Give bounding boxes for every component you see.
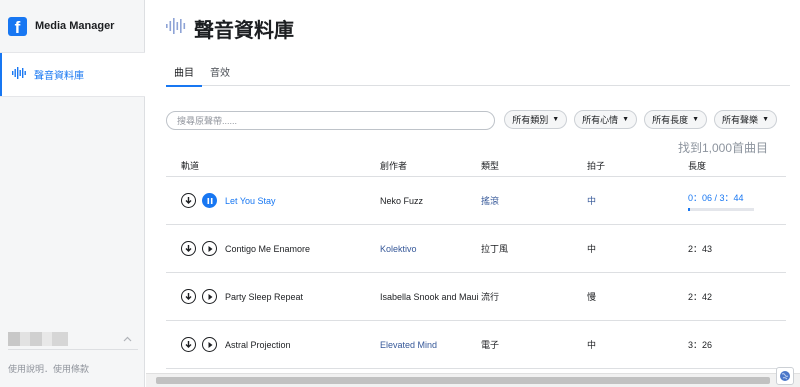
sidebar: f Media Manager 聲音資料庫 使用說明．使用條款: [0, 0, 145, 387]
track-length: 3：26: [688, 340, 713, 350]
sidebar-item-sound-library[interactable]: 聲音資料庫: [0, 52, 145, 97]
track-title[interactable]: Contigo Me Enamore: [225, 244, 310, 254]
play-icon[interactable]: [202, 289, 217, 304]
track-genre[interactable]: 搖滾: [481, 194, 587, 207]
play-icon[interactable]: [202, 337, 217, 352]
filter-label: 所有心情: [582, 115, 619, 125]
table-row[interactable]: Party Sleep Repeat Isabella Snook and Ma…: [166, 273, 786, 321]
filter-label: 所有聲樂: [722, 115, 759, 125]
column-header-artist: 創作者: [380, 161, 408, 171]
caret-down-icon: ▼: [692, 116, 700, 123]
tab-tracks[interactable]: 曲目: [166, 62, 202, 87]
track-title[interactable]: Party Sleep Repeat: [225, 292, 303, 302]
track-cell: Party Sleep Repeat: [166, 289, 380, 304]
filter-bar: 所有類別 ▼ 所有心情 ▼ 所有長度 ▼ 所有聲樂 ▼: [504, 110, 777, 129]
pause-icon[interactable]: [202, 193, 217, 208]
download-icon[interactable]: [181, 241, 196, 256]
track-length-cell: 0：06 / 3：44: [688, 191, 786, 211]
scrollbar-thumb[interactable]: [156, 377, 770, 384]
page-title: 聲音資料庫: [194, 18, 294, 42]
filter-length-dropdown[interactable]: 所有長度 ▼: [644, 110, 708, 129]
track-length: 2：42: [688, 292, 713, 302]
facebook-logo-icon: f: [8, 16, 27, 36]
track-tempo[interactable]: 中: [587, 338, 688, 351]
track-artist[interactable]: Neko Fuzz: [380, 196, 481, 206]
globe-icon[interactable]: [776, 367, 794, 385]
download-icon[interactable]: [181, 193, 196, 208]
playback-progress-bar[interactable]: [688, 207, 754, 211]
column-header-genre: 類型: [481, 161, 500, 171]
table-row[interactable]: Astral Projection Elevated Mind 電子 中 3：2…: [166, 321, 786, 369]
track-genre[interactable]: 拉丁風: [481, 242, 587, 255]
column-header-tempo: 拍子: [587, 161, 606, 171]
app-brand[interactable]: f Media Manager: [0, 0, 144, 52]
horizontal-scrollbar[interactable]: [146, 373, 800, 387]
result-count: 找到1,000首曲目: [677, 141, 768, 155]
avatar: [8, 331, 68, 346]
table-row[interactable]: Let You Stay Neko Fuzz 搖滾 中 0：06 / 3：44: [166, 177, 786, 225]
filter-label: 所有類別: [512, 115, 549, 125]
tab-sound-effects[interactable]: 音效: [202, 62, 238, 86]
track-artist[interactable]: Elevated Mind: [380, 340, 481, 350]
column-header-track: 軌道: [181, 161, 200, 171]
track-tempo[interactable]: 慢: [587, 290, 688, 303]
track-tempo[interactable]: 中: [587, 242, 688, 255]
audio-waveform-icon: [166, 18, 186, 39]
track-cell: Let You Stay: [166, 193, 380, 208]
playback-progress-fill: [688, 207, 690, 211]
table-row[interactable]: Contigo Me Enamore Kolektivo 拉丁風 中 2：43: [166, 225, 786, 273]
download-icon[interactable]: [181, 337, 196, 352]
chevron-up-icon: [123, 334, 132, 344]
help-terms-links[interactable]: 使用說明．使用條款: [8, 362, 89, 375]
filter-vocals-dropdown[interactable]: 所有聲樂 ▼: [714, 110, 777, 129]
page-header: 聲音資料庫: [166, 14, 294, 43]
caret-down-icon: ▼: [622, 116, 630, 123]
filter-label: 所有長度: [652, 115, 689, 125]
track-title[interactable]: Astral Projection: [225, 340, 291, 350]
filter-mood-dropdown[interactable]: 所有心情 ▼: [574, 110, 638, 129]
tab-bar: 曲目 音效: [166, 62, 790, 87]
sidebar-item-label: 聲音資料庫: [34, 71, 84, 82]
caret-down-icon: ▼: [552, 116, 560, 123]
track-cell: Contigo Me Enamore: [166, 241, 380, 256]
track-artist[interactable]: Kolektivo: [380, 244, 481, 254]
play-icon[interactable]: [202, 241, 217, 256]
track-length: 0：06 / 3：44: [688, 192, 744, 203]
table-header: 軌道 創作者 類型 拍子 長度: [166, 155, 786, 177]
track-genre[interactable]: 電子: [481, 338, 587, 351]
caret-down-icon: ▼: [762, 116, 769, 123]
track-cell: Astral Projection: [166, 337, 380, 352]
filter-category-dropdown[interactable]: 所有類別 ▼: [504, 110, 568, 129]
audio-waveform-icon: [12, 66, 26, 84]
account-switcher[interactable]: [8, 328, 138, 350]
search-input[interactable]: [166, 111, 495, 130]
column-header-length: 長度: [688, 161, 707, 171]
track-artist[interactable]: Isabella Snook and Maui: [380, 292, 481, 302]
main-content: 聲音資料庫 曲目 音效 所有類別 ▼ 所有心情 ▼ 所有長度 ▼ 所有聲樂 ▼ …: [146, 0, 800, 387]
track-title[interactable]: Let You Stay: [225, 196, 276, 206]
tracks-table: 軌道 創作者 類型 拍子 長度 Let You Stay Neko Fuzz 搖…: [166, 155, 786, 369]
track-length: 2：43: [688, 244, 713, 254]
app-title: Media Manager: [35, 20, 115, 32]
track-tempo[interactable]: 中: [587, 194, 688, 207]
track-genre[interactable]: 流行: [481, 290, 587, 303]
download-icon[interactable]: [181, 289, 196, 304]
